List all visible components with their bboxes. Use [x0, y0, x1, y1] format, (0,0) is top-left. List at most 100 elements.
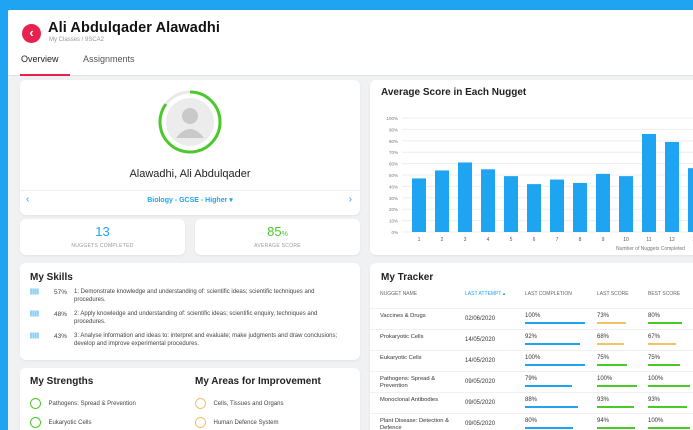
column-header[interactable]: NUGGET NAME — [380, 291, 460, 297]
column-header[interactable]: LAST COMPLETION — [525, 291, 593, 297]
column-header[interactable]: LAST ATTEMPT ▴ — [465, 291, 523, 297]
chart-bar[interactable] — [642, 133, 656, 232]
chart-bar[interactable] — [619, 176, 633, 232]
nugget-name: Eukaryotic Cells — [380, 355, 422, 361]
strengths-card: My Strengths My Areas for Improvement Pa… — [20, 368, 360, 430]
score-bar — [648, 385, 690, 387]
x-tick-label: 4 — [487, 237, 490, 243]
page-title: Ali Abdulqader Alawadhi — [48, 20, 221, 36]
y-tick-label: 60% — [389, 162, 398, 167]
chart-bar[interactable] — [665, 141, 679, 232]
average-score-unit: % — [281, 231, 288, 238]
y-tick-label: 70% — [389, 150, 398, 155]
chart-bar[interactable] — [412, 178, 426, 232]
tracker-row[interactable]: Eukaryotic Cells 14/05/2020 100% 75% 75% — [370, 350, 693, 370]
tracker-card: My Tracker NUGGET NAME LAST ATTEMPT ▴ LAST… — [370, 263, 693, 430]
skill-bar-icon: |||||||| — [30, 289, 39, 295]
progress-circle-icon — [30, 398, 41, 410]
tracker-row[interactable]: Prokaryotic Cells 14/05/2020 92% 68% 67% — [370, 329, 693, 349]
nuggets-completed-card: 13 NUGGETS COMPLETED — [20, 219, 185, 255]
y-tick-label: 0% — [391, 230, 398, 235]
skills-title: My Skills — [30, 272, 73, 283]
chart-bar[interactable] — [481, 169, 495, 232]
chart-bar[interactable] — [458, 162, 472, 232]
chart-bar[interactable] — [573, 182, 587, 232]
completion-cell: 100% — [525, 355, 585, 369]
strength-label: Eukaryotic Cells — [48, 419, 92, 426]
x-tick-label: 8 — [579, 237, 582, 243]
x-tick-label: 11 — [646, 237, 651, 243]
score-bar — [648, 364, 680, 366]
best-score-cell: 100% — [648, 376, 690, 390]
column-header[interactable]: LAST SCORE — [597, 291, 645, 297]
improvement-item: Human Defence System — [195, 414, 278, 430]
progress-ring — [158, 90, 222, 154]
x-tick-label: 12 — [669, 237, 675, 243]
best-score-cell: 100% — [648, 418, 690, 430]
chevron-right-icon: › — [348, 194, 352, 205]
chart-bar[interactable] — [550, 179, 564, 232]
skill-percent: 48% — [54, 311, 68, 318]
last-attempt-date: 09/05/2020 — [465, 400, 496, 406]
best-score-cell: 67% — [648, 334, 690, 348]
score-value: 75% — [648, 355, 661, 361]
score-bar — [525, 364, 585, 366]
next-course-button[interactable]: › — [349, 194, 352, 205]
column-header[interactable]: BEST SCORE — [648, 291, 693, 297]
back-button[interactable]: ‹ — [22, 24, 41, 43]
tracker-row[interactable]: Vaccines & Drugs 02/06/2020 100% 73% 80% — [370, 308, 693, 328]
chart-bar[interactable] — [435, 170, 449, 232]
score-value: 79% — [525, 376, 538, 382]
last-attempt-date: 14/05/2020 — [465, 358, 496, 364]
last-score-cell: 75% — [597, 355, 637, 369]
chart-bar[interactable] — [504, 176, 518, 232]
strength-label: Pathogens: Spread & Prevention — [48, 400, 136, 407]
score-value: 93% — [597, 397, 610, 403]
tab-assignments[interactable]: Assignments — [82, 54, 152, 76]
y-tick-label: 100% — [386, 116, 398, 121]
student-full-name: Alawadhi, Ali Abdulqader — [129, 168, 251, 180]
score-bar — [597, 385, 637, 387]
x-tick-label: 5 — [510, 237, 513, 243]
x-axis-label: Number of Nuggets Completed — [616, 246, 685, 252]
x-tick-label: 9 — [602, 237, 605, 243]
chart-bar[interactable] — [527, 184, 541, 232]
score-bar — [597, 427, 635, 429]
improvement-item: Cells, Tissues and Organs — [195, 395, 283, 413]
completion-cell: 80% — [525, 418, 585, 430]
x-tick-label: 3 — [464, 237, 467, 243]
tracker-row[interactable]: Pathogens: Spread & Prevention 09/05/2020… — [370, 371, 693, 391]
x-tick-label: 10 — [623, 237, 629, 243]
course-selector[interactable]: Biology - GCSE - Higher ▾ — [20, 196, 360, 204]
strength-item: Pathogens: Spread & Prevention — [30, 395, 136, 413]
tab-overview[interactable]: Overview — [20, 54, 70, 76]
score-value: 80% — [648, 313, 661, 319]
best-score-cell: 80% — [648, 313, 690, 327]
chart-bar[interactable] — [596, 173, 610, 232]
last-score-cell: 100% — [597, 376, 637, 390]
y-tick-label: 10% — [389, 219, 398, 224]
score-chart-card: Average Score in Each Nugget 100% 90% 80% 7… — [370, 80, 693, 255]
score-bar — [597, 406, 635, 408]
tracker-row[interactable]: Monoclonal Antibodies 09/05/2020 88% 93% 93% — [370, 392, 693, 412]
chevron-left-icon: ‹ — [29, 25, 34, 40]
score-bar — [597, 343, 625, 345]
tracker-header-row: NUGGET NAME LAST ATTEMPT ▴ LAST COMPLETION… — [370, 291, 693, 301]
score-bar — [648, 322, 682, 324]
y-tick-label: 80% — [389, 139, 398, 144]
tracker-row[interactable]: Plant Disease: Detection & Defence 09/05/… — [370, 413, 693, 430]
y-tick-label: 30% — [389, 196, 398, 201]
average-score-value: 85% — [195, 224, 360, 239]
score-bar — [648, 406, 688, 408]
nugget-name: Plant Disease: Detection & Defence — [380, 418, 449, 430]
last-attempt-date: 09/05/2020 — [465, 379, 496, 385]
score-bar — [597, 322, 627, 324]
y-tick-label: 90% — [389, 127, 398, 132]
score-bar — [648, 427, 690, 429]
chart-bar[interactable] — [688, 168, 693, 232]
score-value: 100% — [648, 376, 664, 382]
page-header: ‹ Ali Abdulqader Alawadhi My Classes / 9… — [8, 10, 693, 76]
last-attempt-date: 09/05/2020 — [465, 421, 496, 427]
y-tick-label: 20% — [389, 207, 398, 212]
y-tick-label: 40% — [389, 184, 398, 189]
